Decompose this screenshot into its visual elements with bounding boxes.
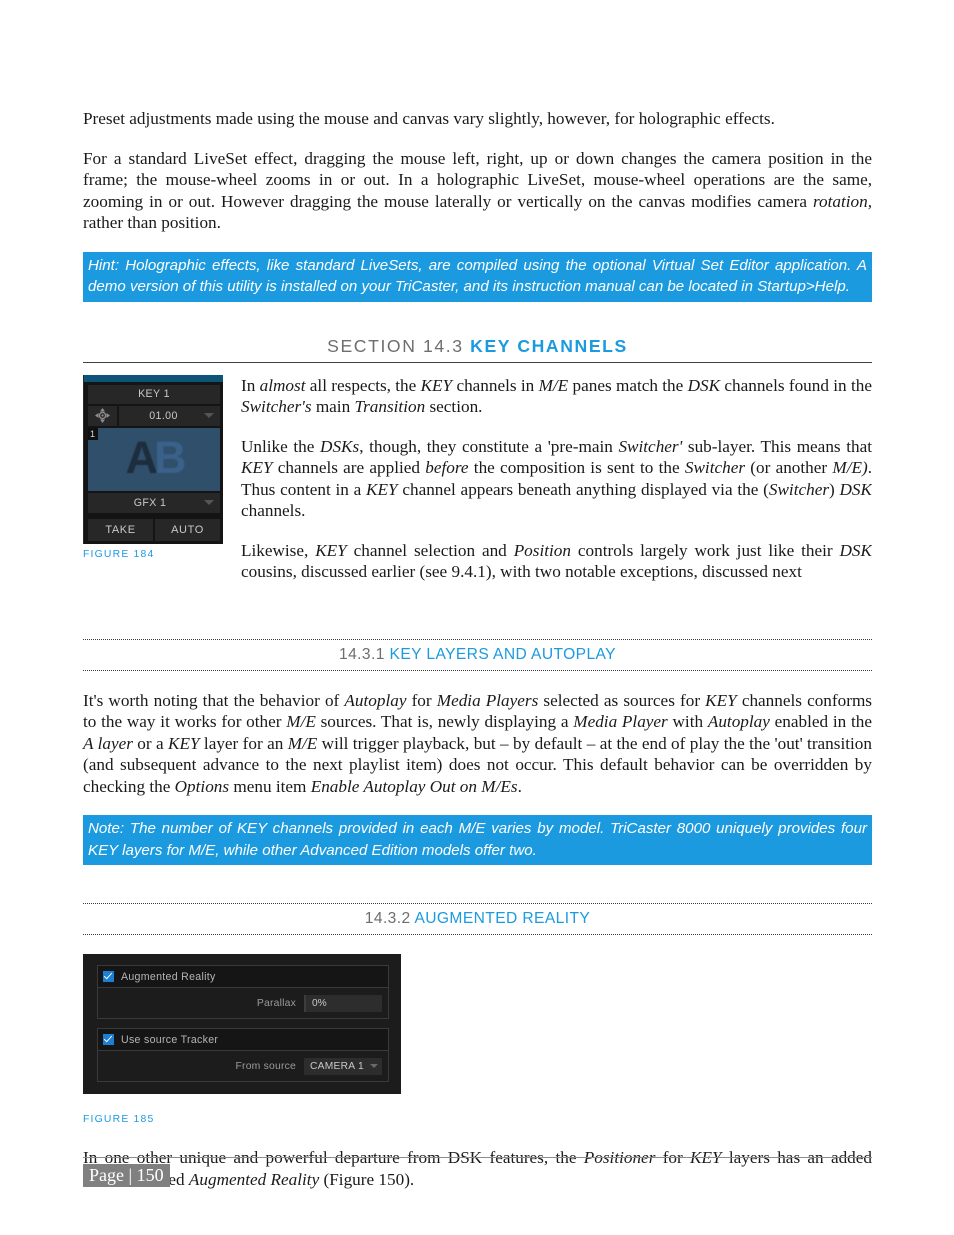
- parallax-row: Parallax 0%: [98, 988, 388, 1018]
- preview-letter-a: A: [125, 431, 158, 483]
- figure-184-caption: FIGURE 184: [83, 548, 155, 560]
- parallax-input[interactable]: 0%: [304, 994, 382, 1012]
- figure-185-block: Augmented Reality Parallax 0% Use source…: [83, 954, 872, 1125]
- augmented-reality-header[interactable]: Augmented Reality: [98, 966, 388, 988]
- paragraph-autoplay: It's worth noting that the behavior of A…: [83, 690, 873, 796]
- figure-185-caption: FIGURE 185: [83, 1114, 155, 1125]
- augmented-reality-panel: Augmented Reality Parallax 0% Use source…: [83, 954, 401, 1094]
- from-source-label: From source: [235, 1060, 296, 1072]
- key-channel-title[interactable]: KEY 1: [88, 384, 220, 404]
- subsection-title: KEY LAYERS AND AUTOPLAY: [389, 645, 616, 663]
- key-channels-body-text: In almost all respects, the KEY channels…: [241, 375, 872, 583]
- footer-page-number: Page | 150: [83, 1164, 170, 1187]
- auto-button[interactable]: AUTO: [155, 518, 220, 541]
- key-preview-thumbnail[interactable]: 1 AB: [88, 427, 220, 491]
- note-callout: Note: The number of KEY channels provide…: [83, 815, 872, 865]
- subsection-heading-inner: 14.3.1 KEY LAYERS AND AUTOPLAY: [339, 646, 616, 663]
- key-preview-graphic: AB: [125, 431, 187, 484]
- paragraph-key-channels-1: In almost all respects, the KEY channels…: [241, 375, 872, 417]
- subsection-number: 14.3.1: [339, 645, 385, 663]
- use-source-tracker-checkbox[interactable]: [103, 1034, 114, 1045]
- chevron-down-icon[interactable]: [204, 413, 214, 418]
- key-preview-index: 1: [88, 427, 99, 440]
- hint-callout-text: Hint: Holographic effects, like standard…: [88, 256, 867, 296]
- use-source-tracker-label: Use source Tracker: [121, 1033, 219, 1046]
- note-callout-text: Note: The number of KEY channels provide…: [88, 820, 867, 859]
- augmented-reality-group: Augmented Reality Parallax 0%: [97, 965, 389, 1019]
- parallax-label: Parallax: [256, 997, 296, 1009]
- key-duration-field[interactable]: 01.00: [119, 405, 220, 426]
- key-source-value: GFX 1: [133, 496, 167, 509]
- from-source-row: From source CAMERA 1: [98, 1051, 388, 1081]
- paragraph-positioner-feature: In one other unique and powerful departu…: [83, 1148, 872, 1189]
- subsection-heading-14-3-2: 14.3.2 AUGMENTED REALITY: [83, 903, 872, 935]
- use-source-tracker-header[interactable]: Use source Tracker: [98, 1029, 388, 1051]
- key-widget-top-bar: [84, 374, 223, 382]
- subsection-number: 14.3.2: [364, 910, 411, 927]
- chevron-down-icon[interactable]: [204, 500, 214, 505]
- chevron-down-icon[interactable]: [370, 1064, 378, 1068]
- augmented-reality-checkbox[interactable]: [103, 971, 114, 982]
- section-number: SECTION 14.3: [327, 335, 464, 356]
- positioner-compass-icon[interactable]: [88, 405, 117, 426]
- subsection-heading-inner: 14.3.2 AUGMENTED REALITY: [365, 910, 590, 927]
- paragraph-text: For a standard LiveSet effect, dragging …: [83, 148, 872, 211]
- paragraph-liveset-effect: For a standard LiveSet effect, dragging …: [83, 148, 872, 234]
- paragraph-preset-adjustments: Preset adjustments made using the mouse …: [83, 108, 872, 130]
- paragraph-key-channels-3: Likewise, KEY channel selection and Posi…: [241, 540, 872, 582]
- paragraph-text: Preset adjustments made using the mouse …: [83, 109, 775, 128]
- take-button[interactable]: TAKE: [88, 518, 153, 541]
- page-content: Preset adjustments made using the mouse …: [83, 108, 872, 1208]
- key-duration-value: 01.00: [149, 409, 178, 422]
- preview-letter-b: B: [154, 431, 186, 483]
- paragraph-key-channels-2: Unlike the DSKs, though, they constitute…: [241, 436, 872, 521]
- paragraph-text-tail: rather than position.: [83, 213, 221, 232]
- document-page: Preset adjustments made using the mouse …: [0, 0, 954, 1235]
- subsection-title: AUGMENTED REALITY: [414, 910, 591, 927]
- section-title: KEY CHANNELS: [470, 335, 628, 356]
- from-source-value: CAMERA 1: [310, 1060, 364, 1072]
- augmented-reality-label: Augmented Reality: [121, 970, 216, 983]
- hint-callout: Hint: Holographic effects, like standard…: [83, 251, 872, 302]
- key-channel-widget: KEY 1 01.00 1 AB GFX 1 TAKE AUTO: [83, 374, 223, 544]
- key-widget-title-row: KEY 1: [84, 384, 223, 404]
- section-heading-14-3: SECTION 14.3 KEY CHANNELS: [83, 336, 872, 363]
- figure-184-block: KEY 1 01.00 1 AB GFX 1 TAKE AUTO FIGURE …: [83, 374, 223, 560]
- footer-divider: [83, 1157, 872, 1158]
- key-source-select[interactable]: GFX 1: [88, 492, 220, 513]
- section-heading-inner: SECTION 14.3 KEY CHANNELS: [327, 336, 628, 356]
- key-widget-duration-row: 01.00: [84, 405, 223, 426]
- use-source-tracker-group: Use source Tracker From source CAMERA 1: [97, 1028, 389, 1082]
- emphasis-rotation: rotation,: [812, 191, 872, 211]
- from-source-select[interactable]: CAMERA 1: [304, 1057, 382, 1075]
- key-transition-buttons: TAKE AUTO: [84, 518, 223, 544]
- subsection-heading-14-3-1: 14.3.1 KEY LAYERS AND AUTOPLAY: [83, 638, 872, 671]
- figure-184-and-text: KEY 1 01.00 1 AB GFX 1 TAKE AUTO FIGURE …: [83, 374, 872, 583]
